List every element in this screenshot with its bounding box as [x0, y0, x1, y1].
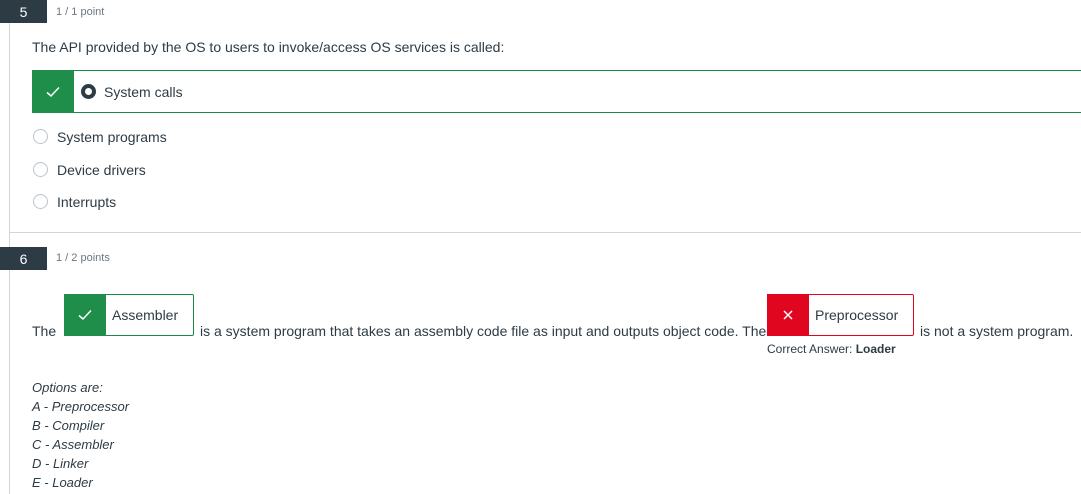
question-text-middle: is a system program that takes an assemb…	[200, 323, 767, 339]
option-label-2: Device drivers	[57, 162, 146, 178]
correct-indicator	[64, 294, 106, 336]
options-header: Options are:	[32, 380, 103, 395]
radio-option-1[interactable]	[33, 129, 48, 144]
option-label-1: System programs	[57, 129, 167, 145]
question-text-end: is not a system program.	[920, 323, 1074, 339]
option-item: E - Loader	[32, 475, 93, 490]
option-item: C - Assembler	[32, 437, 114, 452]
question-number-badge: 5	[0, 0, 47, 23]
correct-indicator	[32, 70, 74, 113]
blank-answer-2-label: Preprocessor	[815, 307, 899, 323]
question-number-badge: 6	[0, 247, 47, 270]
blank-answer-1: Assembler	[64, 294, 194, 336]
question-points: 1 / 1 point	[56, 6, 105, 18]
options-list: Options are: A - Preprocessor B - Compil…	[32, 378, 129, 492]
incorrect-indicator	[767, 294, 809, 336]
option-label-selected: System calls	[104, 84, 183, 100]
radio-option-2[interactable]	[33, 162, 48, 177]
correct-answer-value: Loader	[855, 342, 896, 356]
blank-answer-2: Preprocessor	[767, 294, 914, 336]
radio-option-3[interactable]	[33, 194, 48, 209]
question-divider	[10, 232, 1081, 233]
correct-answer-row: System calls	[32, 70, 1081, 113]
question-points: 1 / 2 points	[56, 252, 110, 264]
option-item: B - Compiler	[32, 418, 105, 433]
option-item: D - Linker	[32, 456, 89, 471]
check-icon	[78, 309, 92, 321]
correct-answer-label: Correct Answer:	[767, 342, 853, 356]
blank-answer-1-label: Assembler	[112, 307, 179, 323]
question-text-start: The	[32, 323, 57, 339]
option-label-3: Interrupts	[57, 194, 117, 210]
option-item: A - Preprocessor	[32, 399, 130, 414]
close-icon	[783, 310, 793, 320]
correct-answer-note: Correct Answer: Loader	[767, 342, 896, 356]
check-icon	[46, 86, 60, 97]
radio-selected[interactable]	[81, 84, 96, 99]
question-text: The API provided by the OS to users to i…	[32, 39, 505, 55]
